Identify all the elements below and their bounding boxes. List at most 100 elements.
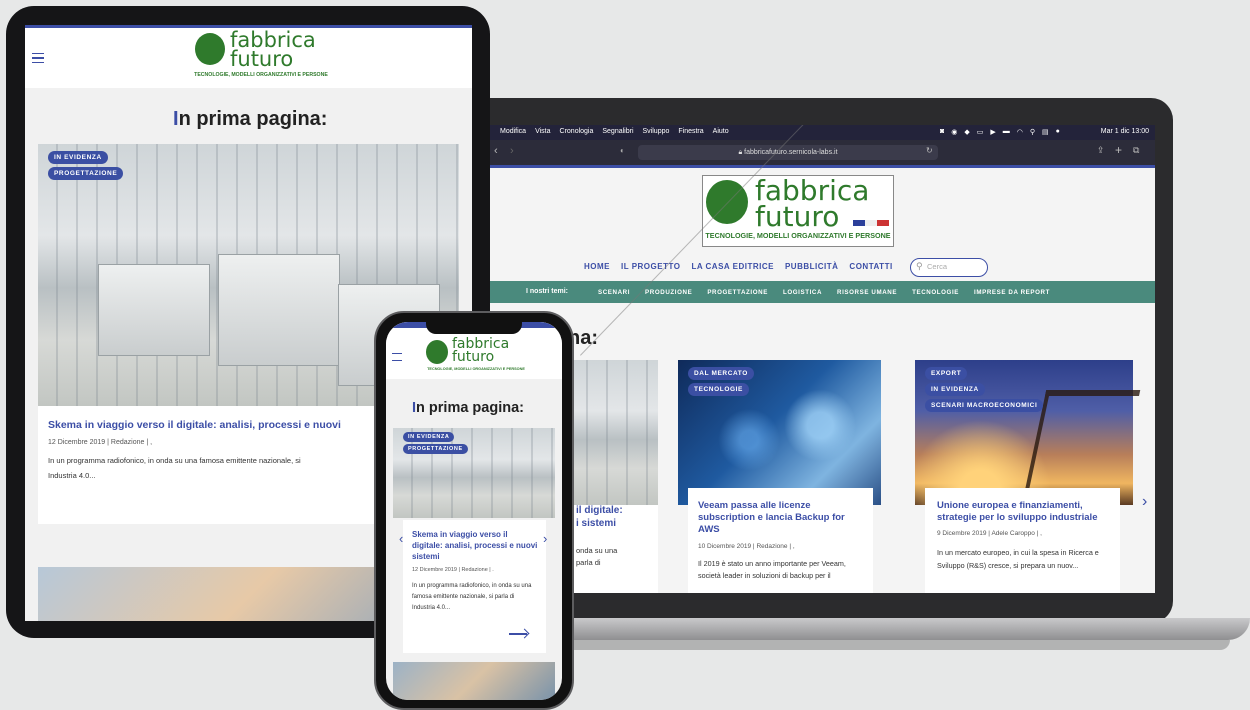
phone-card-body: Skema in viaggio verso il digitale: anal… [403, 520, 546, 653]
menu-vista[interactable]: Vista [535, 128, 550, 135]
laptop-card-2[interactable]: DAL MERCATO TECNOLOGIE Veeam passa alle … [678, 360, 881, 593]
lock-icon: 🔒︎ [738, 149, 743, 156]
tablet-header: fabbrica futuro TECNOLOGIE, MODELLI ORGA… [25, 25, 472, 88]
menu-sviluppo[interactable]: Sviluppo [643, 128, 670, 135]
eye-icon[interactable]: ◉ [951, 128, 957, 136]
topic-risorse-umane[interactable]: RISORSE UMANE [837, 289, 897, 296]
wifi-icon[interactable]: ◠ [1017, 128, 1023, 136]
dropbox-icon[interactable]: ◆ [964, 128, 969, 136]
monitor-icon[interactable]: ▭ [977, 128, 984, 136]
hamburger-icon[interactable] [32, 53, 44, 63]
card-3-body: Unione europea e finanziamenti, strategi… [925, 488, 1120, 593]
address-bar[interactable]: 🔒︎ fabbricafuturo.sernicola-labs.it [638, 145, 938, 160]
tag-export[interactable]: EXPORT [925, 367, 968, 380]
search-box[interactable]: ⚲ Cerca [910, 258, 988, 277]
card-3-tags: EXPORT IN EVIDENZA SCENARI MACROECONOMIC… [925, 367, 1044, 412]
topics-bar: I nostri temi: SCENARI PRODUZIONE PROGET… [490, 281, 1155, 303]
mac-menubar: Modifica Vista Cronologia Segnalibri Svi… [490, 125, 1155, 140]
tag-scenari-macro[interactable]: SCENARI MACROECONOMICI [925, 399, 1044, 412]
card-2-date: 10 Dicembre 2019 [698, 543, 752, 550]
card-2-meta: 10 Dicembre 2019 | Redazione | , [698, 543, 795, 550]
phone-card-author[interactable]: Redazione [461, 567, 487, 573]
logo-flags [853, 220, 889, 226]
nav-casa-editrice[interactable]: LA CASA EDITRICE [691, 262, 774, 271]
menu-cronologia[interactable]: Cronologia [560, 128, 594, 135]
tablet-card-excerpt-a: In un programma radiofonico, in onda su … [48, 456, 301, 465]
phone-screen: fabbrica futuro TECNOLOGIE, MODELLI ORGA… [386, 322, 562, 700]
battery-icon[interactable]: ▬ [1003, 128, 1010, 136]
logo-tagline: TECNOLOGIE, MODELLI ORGANIZZATIVI E PERS… [705, 231, 891, 240]
card-3-date: 9 Dicembre 2019 [937, 530, 987, 537]
nav-contatti[interactable]: CONTATTI [849, 262, 892, 271]
topic-logistica[interactable]: LOGISTICA [783, 289, 822, 296]
phone-card-1[interactable]: IN EVIDENZA PROGETTAZIONE Skema in viagg… [393, 428, 555, 653]
tablet-card-date: 12 Dicembre 2019 [48, 439, 106, 446]
play-icon[interactable]: ▶ [990, 128, 995, 136]
card-1-excerpt-b: parla di [576, 558, 601, 567]
menu-aiuto[interactable]: Aiuto [713, 128, 729, 135]
tablet-section-title: In prima pagina: [173, 108, 327, 131]
chevron-left-icon[interactable]: ‹ [399, 531, 403, 546]
title-rest: n prima pagina: [416, 400, 524, 416]
tag-dal-mercato[interactable]: DAL MERCATO [688, 367, 754, 380]
carousel-next-icon[interactable]: › [1142, 493, 1147, 511]
topic-imprese-report[interactable]: IMPRESE DA REPORT [974, 289, 1050, 296]
card-2-body: Veeam passa alle licenze subscription e … [688, 488, 873, 593]
card-1-title-a: il digitale: [576, 505, 623, 516]
card-2-tags: DAL MERCATO TECNOLOGIE [688, 367, 754, 396]
tablet-card-tags: IN EVIDENZA PROGETTAZIONE [48, 151, 124, 180]
menubar-clock: Mar 1 dic 13:00 [1100, 128, 1149, 135]
tag-in-evidenza[interactable]: IN EVIDENZA [403, 432, 455, 442]
nav-home[interactable]: HOME [584, 262, 610, 271]
reload-icon[interactable]: ↻ [926, 146, 933, 155]
tag-progettazione[interactable]: PROGETTAZIONE [48, 167, 124, 180]
shield-icon[interactable]: ◙ [940, 128, 944, 136]
back-icon[interactable]: ‹ [494, 145, 498, 157]
search-placeholder: Cerca [927, 262, 948, 271]
card-3-title: Unione europea e finanziamenti, strategi… [937, 500, 1098, 523]
site-logo[interactable]: fabbrica futuro TECNOLOGIE, MODELLI ORGA… [702, 174, 894, 247]
menu-finestra[interactable]: Finestra [678, 128, 703, 135]
phone-section-title: In prima pagina: [412, 400, 524, 416]
share-icon[interactable]: ⇪ [1097, 145, 1105, 156]
control-center-icon[interactable]: ▤ [1042, 128, 1049, 136]
topic-produzione[interactable]: PRODUZIONE [645, 289, 692, 296]
privacy-icon[interactable]: ◐ [620, 146, 625, 155]
search-icon[interactable]: ⚲ [1030, 128, 1035, 136]
tablet-card-author[interactable]: Redazione [111, 439, 144, 446]
menu-segnalibri[interactable]: Segnalibri [602, 128, 633, 135]
new-tab-icon[interactable]: + [1115, 143, 1122, 157]
browser-toolbar: ‹ › ◐ 🔒︎ fabbricafuturo.sernicola-labs.i… [490, 140, 1155, 165]
arrow-right-icon[interactable] [509, 628, 530, 639]
tabs-icon[interactable]: ⧉ [1133, 145, 1139, 156]
topic-progettazione[interactable]: PROGETTAZIONE [707, 289, 768, 296]
card-3-author[interactable]: Adele Caroppo [991, 530, 1034, 537]
status-icons: ◙ ◉ ◆ ▭ ▶ ▬ ◠ ⚲ ▤ ● [940, 128, 1060, 136]
tag-tecnologie[interactable]: TECNOLOGIE [688, 383, 749, 396]
phone-card-tags: IN EVIDENZA PROGETTAZIONE [403, 432, 468, 454]
search-icon: ⚲ [916, 261, 923, 271]
siri-icon[interactable]: ● [1056, 128, 1060, 136]
card-1-excerpt-a: onda su una [576, 546, 618, 555]
topic-scenari[interactable]: SCENARI [598, 289, 630, 296]
nav-pubblicita[interactable]: PUBBLICITÀ [785, 262, 838, 271]
phone-card-title: Skema in viaggio verso il digitale: anal… [412, 530, 538, 561]
phone-logo[interactable]: fabbrica futuro TECNOLOGIE, MODELLI ORGA… [426, 336, 526, 378]
title-rest: n prima pagina: [178, 108, 328, 130]
nav-il-progetto[interactable]: IL PROGETTO [621, 262, 680, 271]
chevron-right-icon[interactable]: › [543, 531, 547, 546]
hamburger-icon[interactable] [392, 353, 402, 361]
card-2-author[interactable]: Redazione [756, 543, 787, 550]
phone-card-excerpt: In un programma radiofonico, in onda su … [412, 583, 532, 611]
phone-card-2-image[interactable] [393, 662, 555, 700]
logo-tagline: TECNOLOGIE, MODELLI ORGANIZZATIVI E PERS… [194, 72, 328, 78]
forward-icon[interactable]: › [510, 145, 514, 157]
laptop-card-3[interactable]: EXPORT IN EVIDENZA SCENARI MACROECONOMIC… [915, 360, 1141, 593]
tablet-logo[interactable]: fabbrica futuro TECNOLOGIE, MODELLI ORGA… [193, 28, 329, 82]
logo-head-icon [195, 33, 225, 65]
topic-tecnologie[interactable]: TECNOLOGIE [912, 289, 959, 296]
menu-modifica[interactable]: Modifica [500, 128, 526, 135]
tag-in-evidenza[interactable]: IN EVIDENZA [925, 383, 985, 396]
tag-progettazione[interactable]: PROGETTAZIONE [403, 444, 468, 454]
tag-in-evidenza[interactable]: IN EVIDENZA [48, 151, 108, 164]
